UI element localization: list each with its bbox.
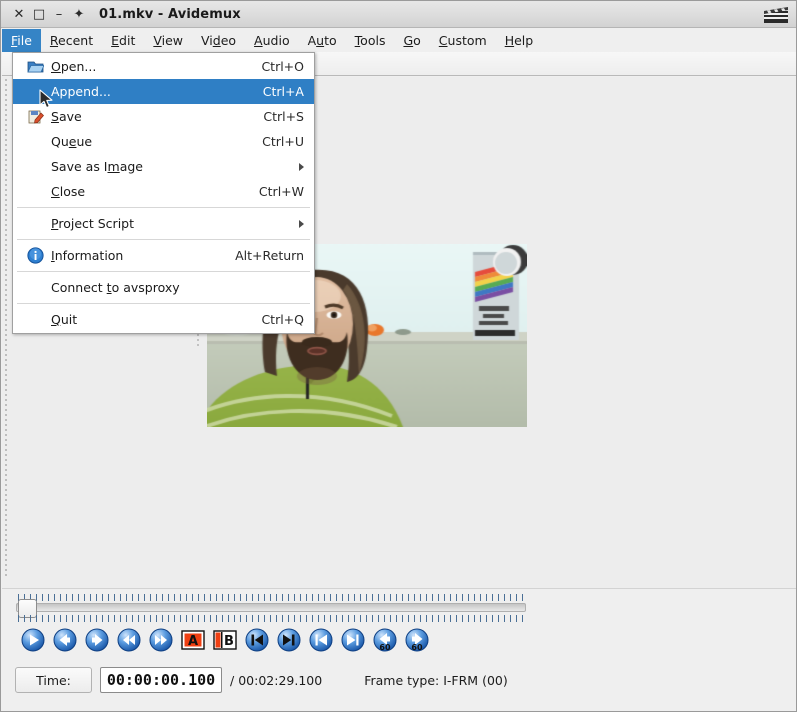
minimize-button[interactable]: – (49, 4, 69, 24)
go-to-end-button[interactable] (337, 627, 369, 653)
submenu-arrow-icon (299, 219, 304, 228)
save-icon (27, 108, 44, 125)
menu-item-save-accel: Ctrl+S (263, 109, 304, 124)
next-keyframe-button[interactable] (273, 627, 305, 653)
menu-bar: File Recent Edit View Video Audio Auto T… (2, 29, 796, 52)
menu-item-quit[interactable]: Quit Ctrl+Q (13, 307, 314, 332)
menu-separator (17, 271, 310, 272)
maximize-button[interactable]: □ (29, 4, 49, 24)
open-folder-icon (27, 58, 45, 75)
menu-item-queue-label: Queue (51, 134, 93, 149)
time-separator: / (230, 672, 235, 688)
shade-button[interactable]: ✦ (69, 4, 89, 24)
marker-b-button[interactable]: B (209, 627, 241, 653)
step-backward-button[interactable] (49, 627, 81, 653)
time-row: Time: 00:00:00.100 / 00:02:29.100 Frame … (15, 667, 508, 693)
menu-item-append-label: Append... (51, 84, 111, 99)
close-button[interactable]: ✕ (9, 4, 29, 24)
fast-forward-button[interactable] (145, 627, 177, 653)
total-time-value: 00:02:29.100 (238, 672, 323, 688)
timeline-track[interactable] (16, 603, 526, 612)
step-forward-button[interactable] (81, 627, 113, 653)
title-bar: ✕ □ – ✦ 01.mkv - Avidemux (1, 1, 796, 28)
svg-text:A: A (188, 634, 198, 649)
menu-separator (17, 239, 310, 240)
timeline-ticks-bottom (18, 615, 526, 622)
back-60-button[interactable]: 60 (369, 627, 401, 653)
menu-item-open-accel: Ctrl+O (261, 59, 304, 74)
frame-type-caption: Frame type: (364, 672, 440, 688)
frame-type-label: Frame type: I-FRM (00) (364, 673, 508, 688)
play-button[interactable] (17, 627, 49, 653)
svg-text:60: 60 (411, 643, 423, 652)
time-button[interactable]: Time: (15, 667, 92, 693)
avidemux-window: ✕ □ – ✦ 01.mkv - Avidemux File Recent Ed… (0, 0, 797, 712)
menu-edit[interactable]: Edit (102, 29, 144, 52)
menu-video[interactable]: Video (192, 29, 245, 52)
total-time-label: / 00:02:29.100 (230, 673, 322, 688)
svg-text:60: 60 (379, 643, 391, 652)
file-dropdown-menu: Open... Ctrl+O Append... Ctrl+A Save Ctr… (12, 52, 315, 334)
menu-item-save[interactable]: Save Ctrl+S (13, 104, 314, 129)
menu-item-information-label: Information (51, 248, 124, 263)
menu-item-open-label: Open... (51, 59, 97, 74)
frame-type-value: I-FRM (00) (443, 672, 508, 688)
menu-file[interactable]: File (2, 29, 41, 52)
current-time-field[interactable]: 00:00:00.100 (100, 667, 222, 693)
menu-item-queue-accel: Ctrl+U (262, 134, 304, 149)
menu-item-connect-avsproxy-label: Connect to avsproxy (51, 280, 180, 295)
menu-item-close-accel: Ctrl+W (258, 184, 304, 199)
playback-toolbar: A B 60 60 (17, 627, 433, 653)
timeline-ticks-top (18, 594, 526, 601)
previous-keyframe-button[interactable] (241, 627, 273, 653)
menu-custom[interactable]: Custom (430, 29, 496, 52)
menu-item-save-as-image[interactable]: Save as Image (13, 154, 314, 179)
clapperboard-icon (761, 4, 791, 25)
menu-go[interactable]: Go (394, 29, 429, 52)
menu-item-quit-accel: Ctrl+Q (261, 312, 304, 327)
window-title: 01.mkv - Avidemux (99, 6, 241, 22)
menu-item-information-accel: Alt+Return (235, 248, 304, 263)
menu-item-connect-avsproxy[interactable]: Connect to avsproxy (13, 275, 314, 300)
menu-view[interactable]: View (144, 29, 192, 52)
menu-item-project-script[interactable]: Project Script (13, 211, 314, 236)
menu-item-append[interactable]: Append... Ctrl+A (13, 79, 314, 104)
menu-recent[interactable]: Recent (41, 29, 102, 52)
go-to-start-button[interactable] (305, 627, 337, 653)
menu-item-project-script-label: Project Script (51, 216, 135, 231)
forward-60-button[interactable]: 60 (401, 627, 433, 653)
menu-auto[interactable]: Auto (299, 29, 346, 52)
menu-item-append-accel: Ctrl+A (262, 84, 304, 99)
menu-item-save-label: Save (51, 109, 82, 124)
timeline-slider[interactable] (16, 594, 528, 622)
menu-separator (17, 207, 310, 208)
menu-item-open[interactable]: Open... Ctrl+O (13, 54, 314, 79)
menu-item-close-label: Close (51, 184, 86, 199)
menu-audio[interactable]: Audio (245, 29, 299, 52)
menu-help[interactable]: Help (496, 29, 543, 52)
svg-text:B: B (224, 634, 234, 649)
rewind-button[interactable] (113, 627, 145, 653)
marker-a-button[interactable]: A (177, 627, 209, 653)
menu-item-save-as-image-label: Save as Image (51, 159, 143, 174)
menu-item-queue[interactable]: Queue Ctrl+U (13, 129, 314, 154)
menu-item-quit-label: Quit (51, 312, 78, 327)
left-splitter-handle[interactable] (3, 79, 8, 584)
menu-separator (17, 303, 310, 304)
info-icon (27, 247, 44, 264)
menu-tools[interactable]: Tools (346, 29, 395, 52)
menu-item-close[interactable]: Close Ctrl+W (13, 179, 314, 204)
menu-item-information[interactable]: Information Alt+Return (13, 243, 314, 268)
submenu-arrow-icon (299, 162, 304, 171)
